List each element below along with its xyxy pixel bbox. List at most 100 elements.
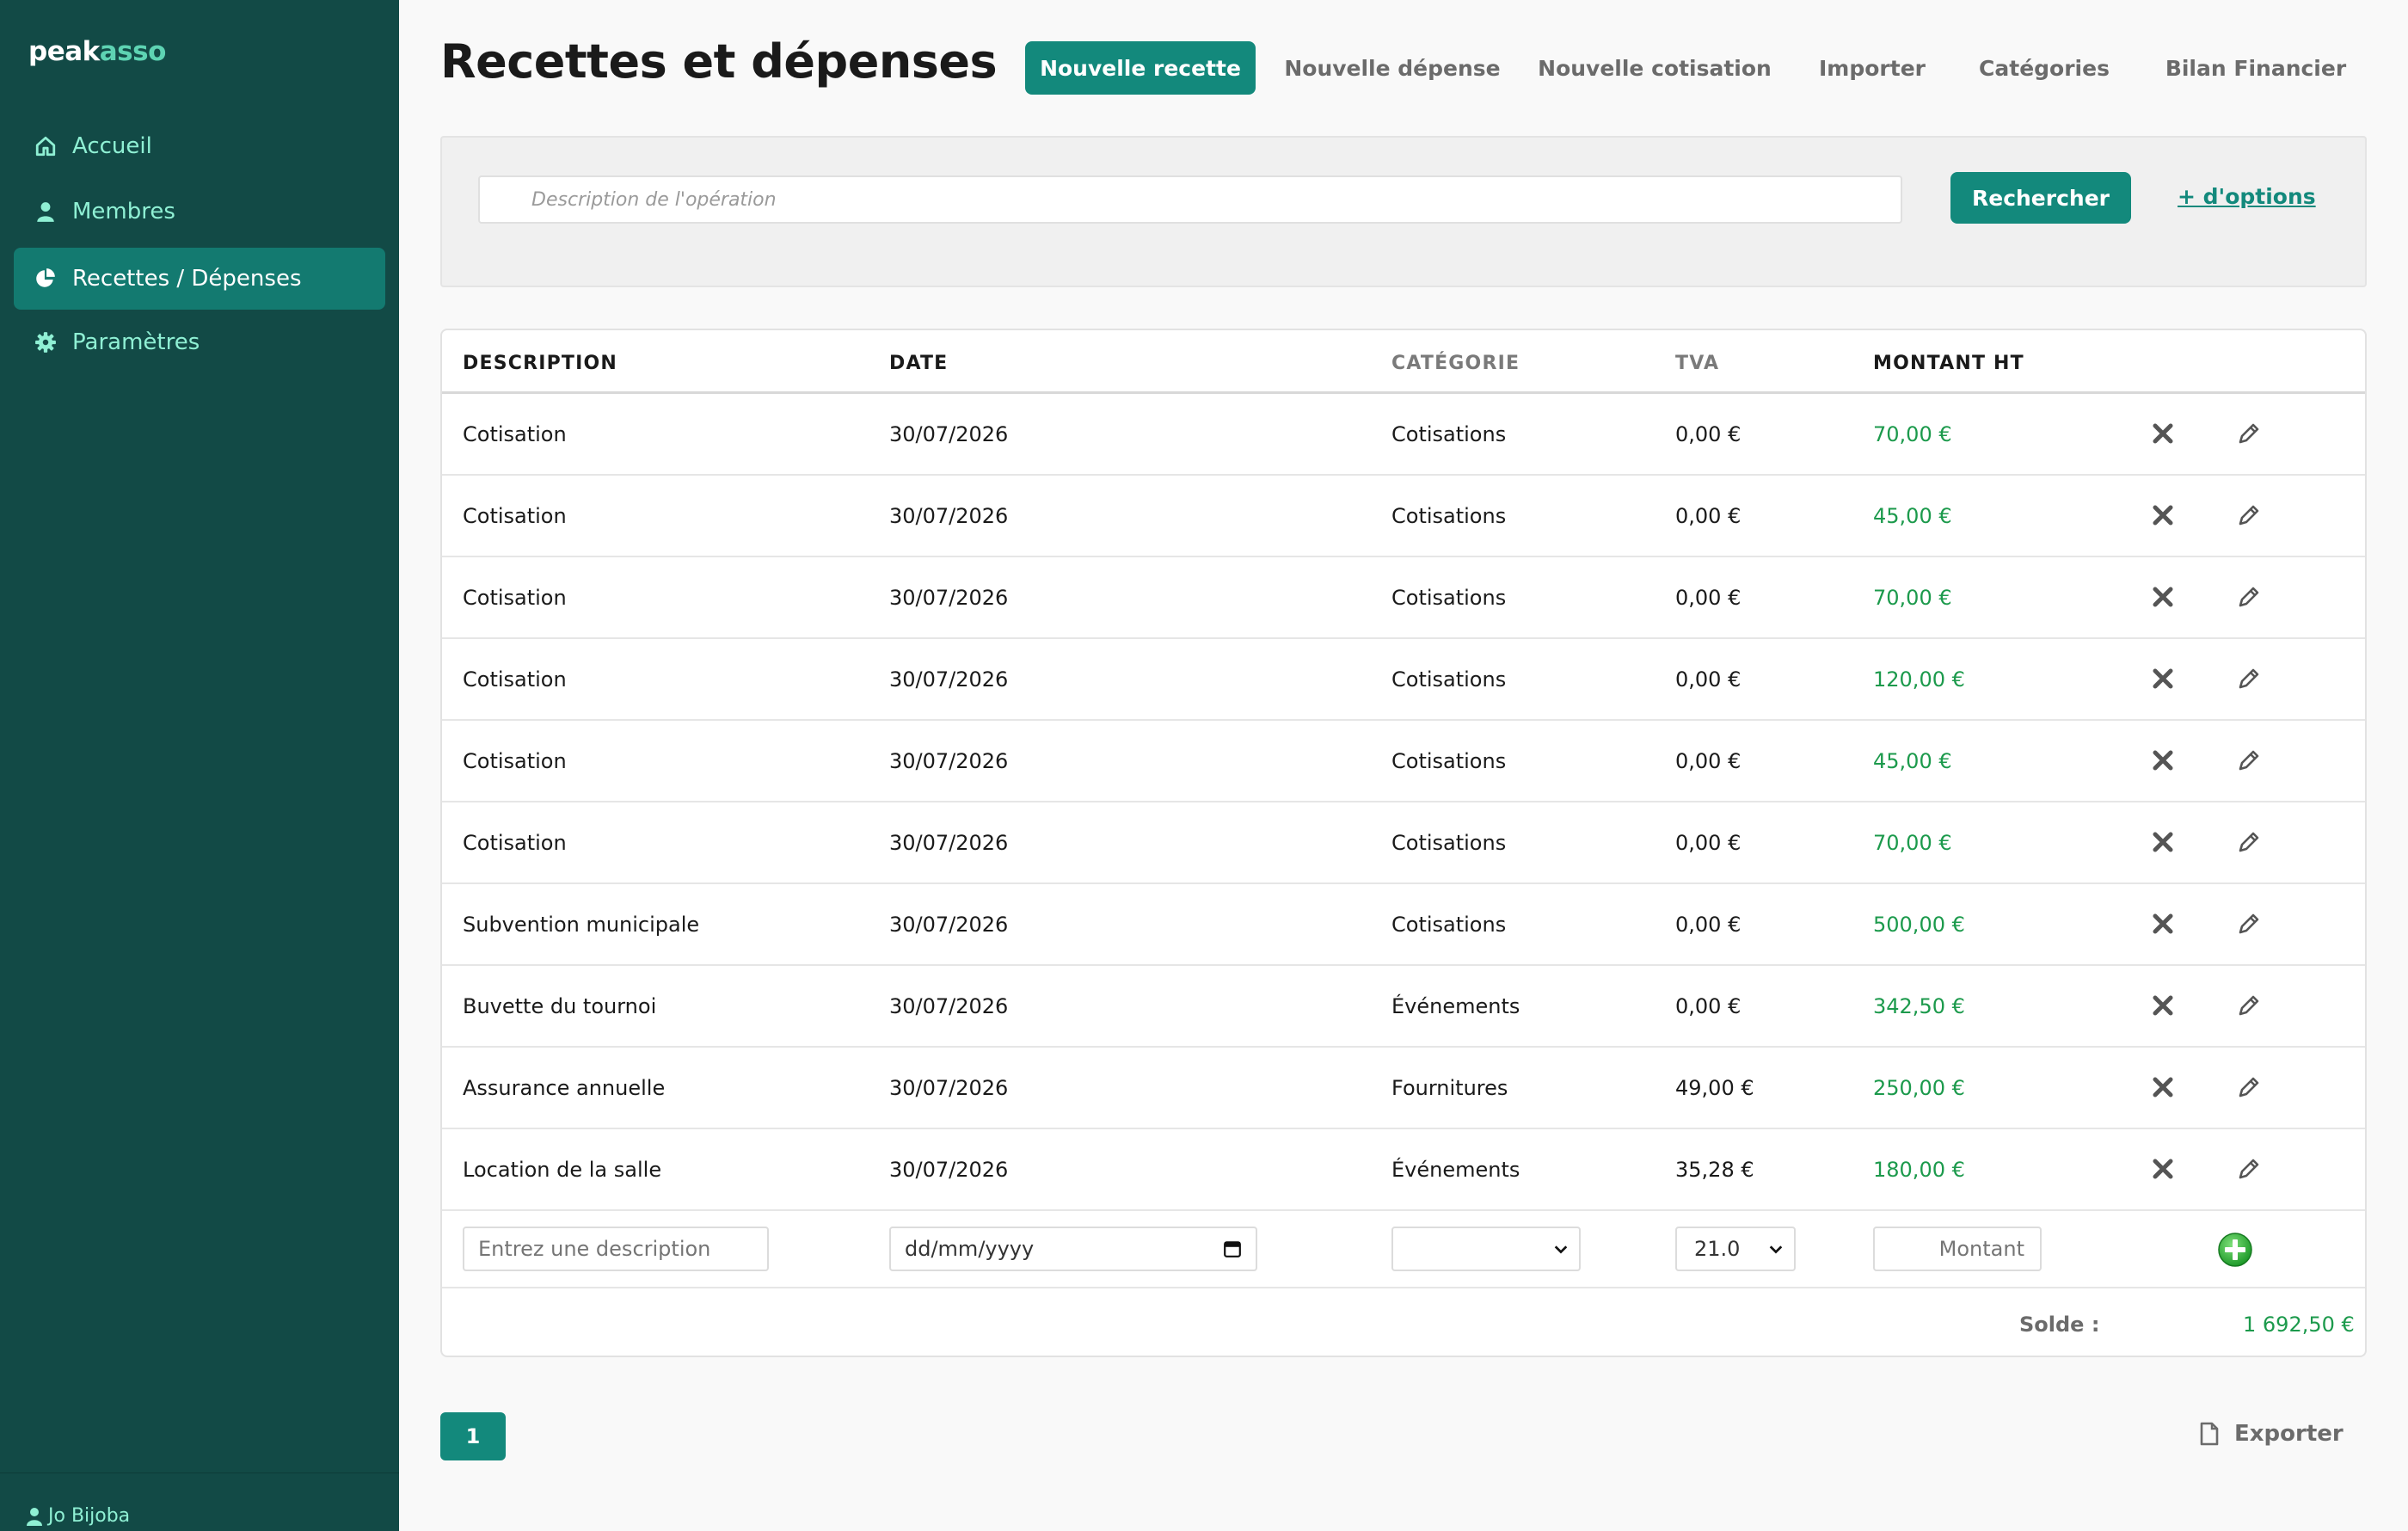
new-vat-select[interactable]: 21.0 — [1675, 1227, 1796, 1271]
new-date-input[interactable]: dd/mm/yyyy — [889, 1227, 1257, 1271]
cell-date: 30/07/2026 — [889, 830, 1009, 855]
cell-description: Cotisation — [463, 830, 567, 855]
edit-pencil-icon[interactable] — [2234, 501, 2264, 530]
cell-vat: 0,00 € — [1675, 748, 1742, 773]
export-button[interactable]: Exporter — [2200, 1421, 2344, 1447]
cell-category: Événements — [1391, 993, 1520, 1018]
cell-amount: 70,00 € — [1873, 585, 1952, 610]
search-panel: Rechercher + d'options — [440, 136, 2367, 287]
table-row: Cotisation 30/07/2026 Cotisations 0,00 € 120… — [442, 639, 2365, 721]
cell-category: Cotisations — [1391, 830, 1507, 855]
sidebar-item-membres[interactable]: Membres — [14, 181, 385, 243]
search-button[interactable]: Rechercher — [1950, 172, 2131, 224]
new-category-select[interactable] — [1391, 1227, 1581, 1271]
new-description-input[interactable] — [463, 1227, 769, 1271]
cell-description: Cotisation — [463, 421, 567, 446]
cell-amount: 342,50 € — [1873, 993, 1965, 1018]
delete-icon[interactable] — [2148, 501, 2178, 530]
delete-icon[interactable] — [2148, 991, 2178, 1020]
sidebar-item-label: Paramètres — [72, 329, 200, 355]
edit-pencil-icon[interactable] — [2234, 909, 2264, 938]
edit-pencil-icon[interactable] — [2234, 991, 2264, 1020]
cell-category: Fournitures — [1391, 1075, 1508, 1100]
user-menu[interactable]: Jo Bijoba — [26, 1505, 130, 1527]
add-row-plus-icon[interactable] — [2217, 1232, 2253, 1268]
vat-select-value: 21.0 — [1694, 1237, 1741, 1261]
calendar-icon[interactable] — [1223, 1239, 1242, 1258]
delete-icon[interactable] — [2148, 419, 2178, 448]
cell-category: Cotisations — [1391, 585, 1507, 610]
search-input[interactable] — [478, 175, 1902, 224]
new-transaction-row: dd/mm/yyyy 21.0 — [442, 1211, 2365, 1288]
date-input-placeholder: dd/mm/yyyy — [905, 1237, 1035, 1261]
cell-description: Cotisation — [463, 667, 567, 692]
sidebar-item-accueil[interactable]: Accueil — [14, 115, 385, 177]
sidebar-item-label: Recettes / Dépenses — [72, 266, 302, 292]
transactions-table: DESCRIPTION DATE CATÉGORIE TVA MONTANT H… — [440, 329, 2367, 1357]
edit-pencil-icon[interactable] — [2234, 746, 2264, 775]
edit-pencil-icon[interactable] — [2234, 582, 2264, 612]
cell-amount: 500,00 € — [1873, 912, 1965, 937]
sidebar-item-parametres[interactable]: Paramètres — [14, 311, 385, 373]
cell-date: 30/07/2026 — [889, 667, 1009, 692]
delete-icon[interactable] — [2148, 582, 2178, 612]
column-header-description[interactable]: DESCRIPTION — [463, 353, 617, 374]
categories-button[interactable]: Catégories — [1964, 41, 2124, 95]
new-fee-button[interactable]: Nouvelle cotisation — [1529, 41, 1780, 95]
delete-icon[interactable] — [2148, 909, 2178, 938]
cell-category: Cotisations — [1391, 503, 1507, 528]
cell-amount: 180,00 € — [1873, 1157, 1965, 1182]
cell-vat: 0,00 € — [1675, 421, 1742, 446]
table-row: Cotisation 30/07/2026 Cotisations 0,00 € 70,… — [442, 557, 2365, 639]
cell-vat: 0,00 € — [1675, 503, 1742, 528]
cell-date: 30/07/2026 — [889, 503, 1009, 528]
pagination-page-1[interactable]: 1 — [440, 1412, 506, 1460]
delete-icon[interactable] — [2148, 664, 2178, 693]
cell-amount: 250,00 € — [1873, 1075, 1965, 1100]
user-icon — [34, 200, 57, 223]
delete-icon[interactable] — [2148, 827, 2178, 857]
column-header-vat[interactable]: TVA — [1675, 353, 1719, 374]
cell-vat: 35,28 € — [1675, 1157, 1754, 1182]
cell-category: Cotisations — [1391, 912, 1507, 937]
edit-pencil-icon[interactable] — [2234, 827, 2264, 857]
delete-icon[interactable] — [2148, 1073, 2178, 1102]
user-icon — [27, 1507, 42, 1526]
cell-category: Cotisations — [1391, 421, 1507, 446]
column-header-date[interactable]: DATE — [889, 353, 948, 374]
export-label: Exporter — [2234, 1421, 2344, 1447]
financial-report-button[interactable]: Bilan Financier — [2124, 41, 2387, 95]
more-options-link[interactable]: + d'options — [2178, 184, 2316, 209]
delete-icon[interactable] — [2148, 1154, 2178, 1184]
app-logo[interactable]: peakasso — [28, 36, 166, 67]
cell-date: 30/07/2026 — [889, 993, 1009, 1018]
cell-category: Événements — [1391, 1157, 1520, 1182]
user-name: Jo Bijoba — [48, 1505, 131, 1527]
table-row: Cotisation 30/07/2026 Cotisations 0,00 € 70,… — [442, 802, 2365, 884]
column-header-category[interactable]: CATÉGORIE — [1391, 353, 1520, 374]
home-icon — [34, 135, 57, 157]
edit-pencil-icon[interactable] — [2234, 1154, 2264, 1184]
table-row: Subvention municipale 30/07/2026 Cotisatio… — [442, 884, 2365, 966]
cell-date: 30/07/2026 — [889, 1157, 1009, 1182]
cell-description: Cotisation — [463, 503, 567, 528]
cell-date: 30/07/2026 — [889, 421, 1009, 446]
new-expense-button[interactable]: Nouvelle dépense — [1256, 41, 1529, 95]
file-icon — [2200, 1422, 2219, 1446]
delete-icon[interactable] — [2148, 746, 2178, 775]
chevron-down-icon — [1769, 1245, 1783, 1254]
sidebar-item-recettes-depenses[interactable]: Recettes / Dépenses — [14, 248, 385, 310]
edit-pencil-icon[interactable] — [2234, 1073, 2264, 1102]
new-income-button[interactable]: Nouvelle recette — [1025, 41, 1256, 95]
import-button[interactable]: Importer — [1780, 41, 1964, 95]
cell-category: Cotisations — [1391, 667, 1507, 692]
cell-vat: 0,00 € — [1675, 667, 1742, 692]
new-amount-input[interactable] — [1873, 1227, 2042, 1271]
table-row: Assurance annuelle 30/07/2026 Fournitures 4… — [442, 1048, 2365, 1129]
cell-amount: 120,00 € — [1873, 667, 1965, 692]
edit-pencil-icon[interactable] — [2234, 664, 2264, 693]
column-header-amount[interactable]: MONTANT HT — [1873, 353, 2024, 374]
cell-date: 30/07/2026 — [889, 748, 1009, 773]
edit-pencil-icon[interactable] — [2234, 419, 2264, 448]
table-header: DESCRIPTION DATE CATÉGORIE TVA MONTANT H… — [442, 330, 2365, 394]
